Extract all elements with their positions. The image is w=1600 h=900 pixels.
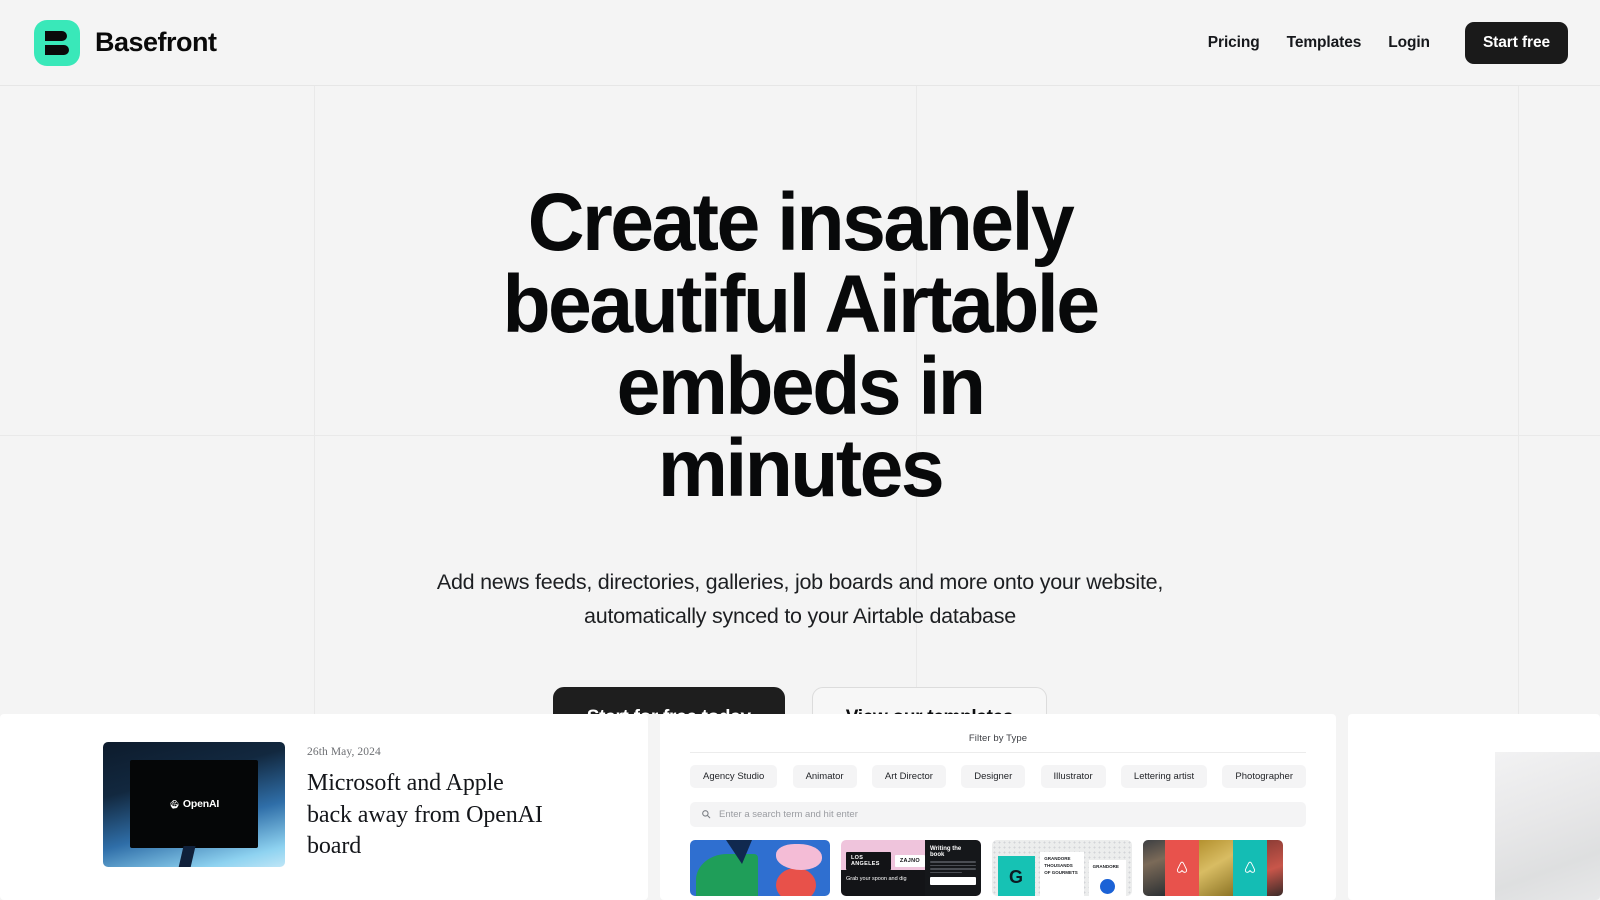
filter-pill-lettering-artist[interactable]: Lettering artist (1120, 765, 1208, 788)
filter-pill-row: Agency Studio Animator Art Director Desi… (690, 765, 1306, 788)
gallery-tile-teal: G (998, 856, 1036, 896)
airbnb-belo-icon (1244, 861, 1256, 873)
gallery-tile-card: GRANDORE (1088, 860, 1126, 896)
hero-content: Create insanely beautiful Airtable embed… (0, 86, 1600, 714)
logo-bar-top (45, 30, 67, 41)
tag-row: LOS ANGELES ZAJNO (846, 852, 925, 870)
shape-triangle (726, 840, 752, 864)
basefront-b-logo-icon (34, 19, 80, 66)
interior-furniture-photo (1495, 752, 1600, 900)
openai-logo-icon: OpenAI (169, 798, 219, 810)
text-line (930, 864, 976, 866)
monitor-stand (178, 846, 196, 867)
gallery-row: LOS ANGELES ZAJNO Grab your spoon and di… (690, 840, 1306, 896)
search-placeholder: Enter a search term and hit enter (719, 809, 858, 820)
filter-pill-designer[interactable]: Designer (961, 765, 1026, 788)
news-text-block: 26th May, 2024 Microsoft and Apple back … (307, 742, 553, 863)
filter-pill-art-director[interactable]: Art Director (871, 765, 946, 788)
airbnb-belo-icon (1176, 861, 1188, 873)
gallery-letter: G (1009, 867, 1024, 887)
nav-link-login[interactable]: Login (1388, 34, 1430, 52)
collage-tile-teal (1233, 840, 1267, 896)
shape-circle (776, 868, 816, 896)
site-header: Basefront Pricing Templates Login Start … (0, 0, 1600, 86)
gallery-tile-white: GRANDORE THOUSANDS OF GOURMETS (1040, 852, 1084, 896)
interior-preview-card[interactable] (1348, 714, 1600, 900)
shape-circle-blue (1099, 879, 1115, 894)
hero-cta-row: Start for free today View our templates (0, 686, 1600, 714)
gallery-card-abstract-illustration[interactable] (690, 840, 830, 896)
news-headline: Microsoft and Apple back away from OpenA… (307, 770, 543, 860)
gallery-caption: Grab your spoon and dig (841, 870, 925, 896)
nav-link-pricing[interactable]: Pricing (1208, 34, 1260, 52)
start-free-button[interactable]: Start free (1464, 21, 1568, 64)
monitor-screen: OpenAI (130, 760, 258, 848)
brand-name: Basefront (95, 27, 217, 57)
hero-section: Create insanely beautiful Airtable embed… (0, 86, 1600, 714)
collage-tile-red (1165, 840, 1199, 896)
gallery-tile-card-heading: GRANDORE (1092, 864, 1119, 869)
collage-tile-photo (1143, 840, 1165, 896)
page-title: Create insanely beautiful Airtable embed… (502, 177, 1100, 514)
landing-page: Basefront Pricing Templates Login Start … (0, 0, 1600, 900)
directory-preview-card[interactable]: Filter by Type Agency Studio Animator Ar… (660, 714, 1336, 900)
filter-pill-photographer[interactable]: Photographer (1222, 765, 1306, 788)
divider (690, 752, 1306, 753)
gallery-side-title: Writing the book (930, 846, 962, 858)
filter-pill-animator[interactable]: Animator (792, 765, 857, 788)
news-thumbnail: OpenAI (103, 742, 285, 867)
tag-city: LOS ANGELES (846, 852, 891, 870)
gallery-card-grandore[interactable]: G GRANDORE THOUSANDS OF GOURMETS GRANDOR… (992, 840, 1132, 896)
main-nav: Pricing Templates Login Start free (1208, 21, 1568, 64)
brand-logo[interactable]: Basefront (34, 19, 217, 66)
collage-tile-dark (1267, 840, 1283, 896)
gallery-tile-heading: GRANDORE THOUSANDS OF GOURMETS (1044, 856, 1078, 875)
view-our-templates-button[interactable]: View our templates (811, 686, 1048, 714)
openai-wordmark: OpenAI (182, 798, 220, 810)
collage-tile-gold (1199, 840, 1233, 896)
nav-link-templates[interactable]: Templates (1287, 34, 1362, 52)
news-feed-preview-card[interactable]: OpenAI 26th May, 2024 Microsoft and Appl… (0, 714, 648, 900)
showcase-strip: OpenAI 26th May, 2024 Microsoft and Appl… (0, 714, 1600, 900)
hero-subheadline: Add news feeds, directories, galleries, … (436, 570, 1164, 628)
text-line (930, 871, 963, 873)
gallery-card-right: Writing the book (925, 840, 981, 896)
filter-pill-illustrator[interactable]: Illustrator (1040, 765, 1106, 788)
search-input[interactable]: Enter a search term and hit enter (690, 802, 1306, 827)
logo-bar-bottom (45, 44, 69, 55)
gallery-card-los-angeles-zajno[interactable]: LOS ANGELES ZAJNO Grab your spoon and di… (841, 840, 981, 896)
tag-studio: ZAJNO (894, 855, 925, 867)
gallery-card-airbnb-collage[interactable] (1143, 840, 1283, 896)
news-date: 26th May, 2024 (307, 746, 381, 758)
gallery-card-left: LOS ANGELES ZAJNO Grab your spoon and di… (841, 840, 925, 896)
filter-pill-agency-studio[interactable]: Agency Studio (690, 765, 778, 788)
start-for-free-today-button[interactable]: Start for free today (552, 686, 785, 714)
text-line (930, 861, 976, 863)
filter-by-type-label: Filter by Type (968, 733, 1028, 744)
gallery-side-button (930, 877, 976, 885)
search-icon (701, 806, 711, 824)
text-line (930, 868, 976, 870)
